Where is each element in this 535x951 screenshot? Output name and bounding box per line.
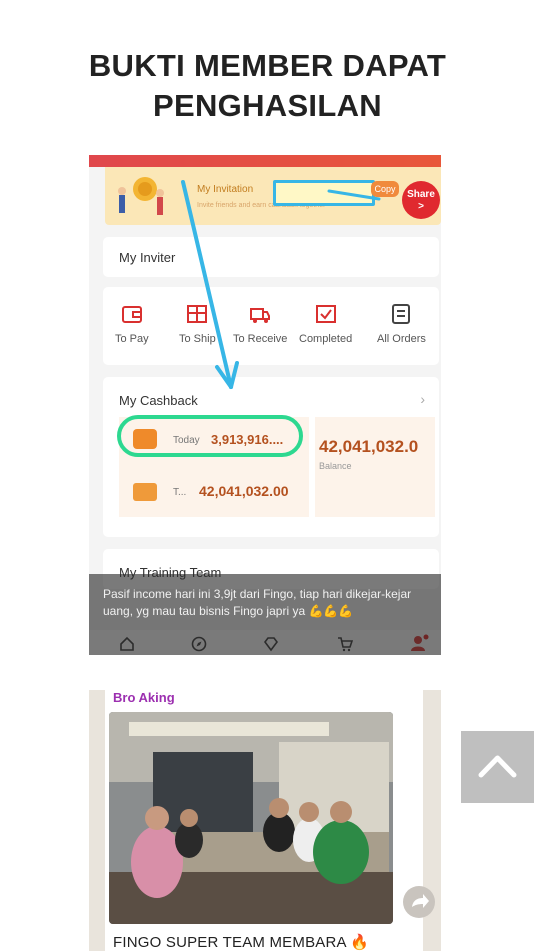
page-title: BUKTI MEMBER DAPAT PENGHASILAN	[0, 46, 535, 126]
caption-overlay: Pasif income hari ini 3,9jt dari Fingo, …	[89, 574, 441, 655]
chevron-up-icon	[478, 755, 517, 778]
chat-message-text: FINGO SUPER TEAM MEMBARA 🔥	[113, 934, 370, 951]
total-value: 42,041,032.00	[199, 483, 289, 499]
title-line-1: BUKTI MEMBER DAPAT	[88, 48, 447, 83]
chat-sender: Bro Aking	[113, 690, 175, 705]
wallet-card-icon	[133, 483, 157, 501]
balance-box: 42,041,032.0 Balance	[315, 417, 435, 517]
title-line-2: PENGHASILAN	[153, 88, 382, 123]
chat-message: Bro Aking FINGO SUPER TEAM MEMBARA 🔥	[105, 690, 423, 951]
chat-screenshot: Bro Aking FINGO SUPER TEAM MEMBARA 🔥	[89, 690, 441, 951]
annotation-arrow-icon	[181, 180, 381, 389]
forward-icon	[412, 894, 429, 908]
total-label: T...	[173, 487, 187, 498]
cashback-today-row: Today 3,913,916....	[117, 415, 309, 465]
caption-text: Pasif income hari ini 3,9jt dari Fingo, …	[103, 587, 412, 618]
forward-button[interactable]	[403, 886, 435, 918]
balance-value: 42,041,032.0	[319, 437, 419, 456]
balance-label: Balance	[319, 461, 352, 471]
cashback-screenshot: My Invitation Invite friends and earn ca…	[89, 155, 441, 655]
scroll-to-top-button[interactable]	[461, 731, 534, 803]
cashback-total-row: T... 42,041,032.00	[119, 469, 309, 517]
group-photo-image	[109, 712, 393, 924]
cashback-details: Today 3,913,916.... T... 42,041,032.00	[117, 415, 309, 517]
highlight-circle	[117, 415, 303, 457]
group-photo[interactable]	[109, 712, 393, 924]
